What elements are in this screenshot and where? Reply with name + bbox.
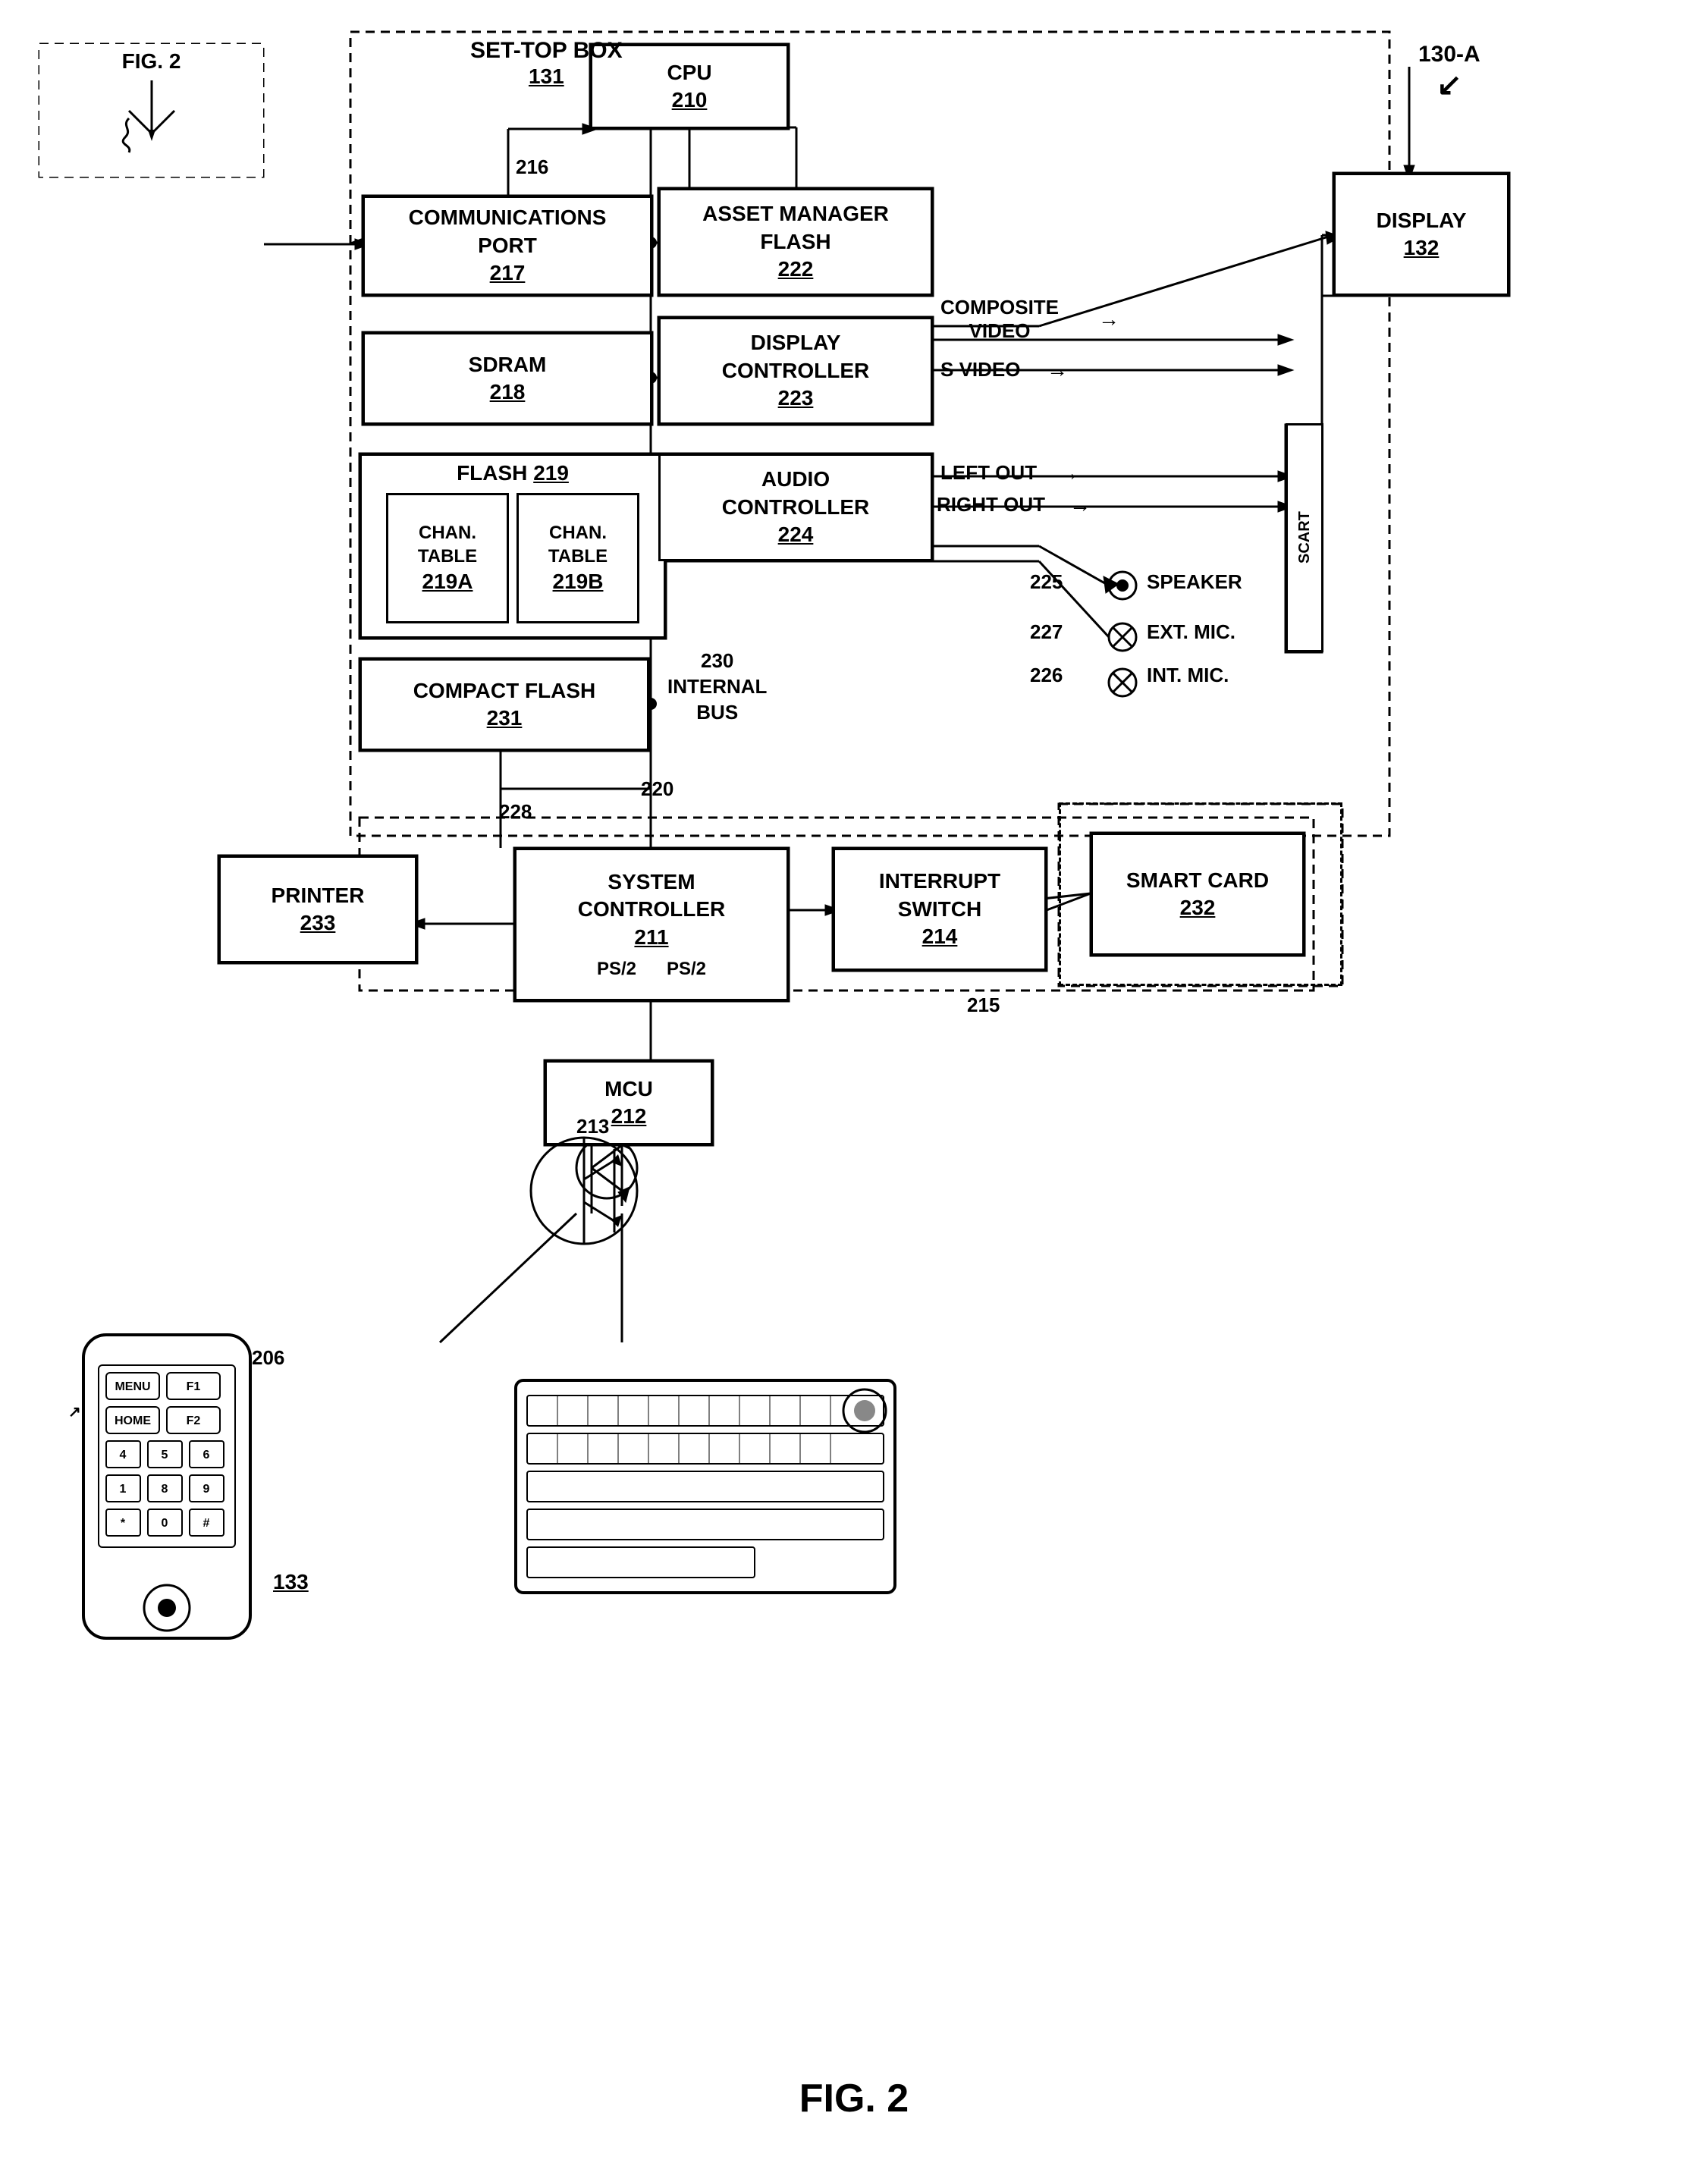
- chan-table-b-ref: 219B: [553, 568, 604, 595]
- ref-220: 220: [641, 777, 673, 801]
- cpu-label: CPU: [667, 59, 711, 86]
- system-controller-box: SYSTEMCONTROLLER 211 PS/2 PS/2: [514, 848, 789, 1001]
- svg-text:MENU: MENU: [115, 1380, 150, 1393]
- ref-228: 228: [499, 800, 532, 824]
- display-controller-box: DISPLAYCONTROLLER 223: [658, 317, 933, 425]
- system-controller-ref: 211: [634, 924, 668, 951]
- display-controller-label: DISPLAYCONTROLLER: [722, 329, 869, 385]
- asset-manager-box: ASSET MANAGERFLASH 222: [658, 188, 933, 296]
- set-top-box-label: SET-TOP BOX131: [470, 38, 623, 89]
- printer-label: PRINTER: [272, 882, 365, 909]
- display-label: DISPLAY: [1377, 207, 1467, 234]
- display-box: DISPLAY 132: [1333, 173, 1509, 296]
- asset-manager-label: ASSET MANAGERFLASH: [702, 200, 889, 256]
- audio-controller-ref: 224: [778, 521, 814, 548]
- smart-card-ref: 232: [1180, 894, 1216, 921]
- ref-130a: 130-A ↙: [1418, 42, 1480, 102]
- svg-text:#: #: [203, 1517, 210, 1530]
- mcu-label: MCU: [604, 1075, 653, 1103]
- svg-text:9: 9: [203, 1483, 210, 1496]
- diagram-container: FIG. 2 CPU 210 SET-TOP BOX131 130-A ↙ CO…: [0, 0, 1708, 2182]
- display-ref: 132: [1404, 234, 1440, 262]
- system-controller-label: SYSTEMCONTROLLER: [578, 868, 725, 924]
- audio-controller-box: AUDIOCONTROLLER 224: [658, 454, 933, 561]
- ref-225: 225: [1030, 570, 1063, 594]
- smart-card-box: SMART CARD 232: [1091, 833, 1305, 956]
- svg-text:4: 4: [120, 1449, 127, 1461]
- svg-text:F1: F1: [187, 1380, 201, 1393]
- ext-mic-label: EXT. MIC.: [1147, 620, 1235, 644]
- smart-card-label: SMART CARD: [1126, 867, 1269, 894]
- svg-text:5: 5: [162, 1449, 168, 1461]
- ref-216: 216: [516, 155, 548, 179]
- comm-port-box: COMMUNICATIONSPORT 217: [363, 196, 652, 296]
- remote-control: MENU F1 HOME F2 4 5 6 1 8 9 * 0 # ↗: [46, 1289, 470, 1669]
- internal-bus-label: 230INTERNALBUS: [667, 648, 767, 725]
- ps2-label-1: PS/2: [597, 957, 636, 981]
- svg-text:6: 6: [203, 1449, 210, 1461]
- svg-text:↗: ↗: [68, 1404, 81, 1421]
- int-mic-label: INT. MIC.: [1147, 664, 1229, 687]
- svg-text:HOME: HOME: [115, 1414, 151, 1427]
- internet-box: FIG. 2: [39, 44, 263, 177]
- compact-flash-label: COMPACT FLASH: [413, 677, 596, 705]
- right-out-label: RIGHT OUT: [937, 493, 1045, 516]
- chan-table-b-box: CHAN.TABLE 219B: [516, 493, 639, 623]
- flash-box: FLASH 219 CHAN.TABLE 219A CHAN.TABLE 219…: [359, 454, 666, 639]
- ref-226: 226: [1030, 664, 1063, 687]
- svg-text:0: 0: [162, 1517, 168, 1530]
- fig-label: FIG. 2: [0, 2076, 1708, 2121]
- svg-text:8: 8: [162, 1483, 168, 1496]
- sdram-label: SDRAM: [469, 351, 547, 378]
- ps2-label-2: PS/2: [667, 957, 706, 981]
- interrupt-switch-ref: 214: [922, 923, 958, 950]
- speaker-label: SPEAKER: [1147, 570, 1242, 594]
- chan-table-a-ref: 219A: [422, 568, 473, 595]
- svg-text:1: 1: [120, 1483, 127, 1496]
- compact-flash-box: COMPACT FLASH 231: [359, 658, 649, 751]
- display-controller-ref: 223: [778, 385, 814, 412]
- flash-label: FLASH 219: [457, 460, 569, 487]
- s-video-label: S VIDEO: [940, 358, 1020, 381]
- keyboard: [501, 1350, 956, 1638]
- chan-table-b-label: CHAN.TABLE: [548, 521, 608, 568]
- printer-ref: 233: [300, 909, 336, 937]
- svg-text:F2: F2: [187, 1414, 201, 1427]
- interrupt-switch-label: INTERRUPTSWITCH: [879, 868, 1000, 923]
- sdram-ref: 218: [490, 378, 526, 406]
- ir-symbol: [516, 1122, 652, 1259]
- compact-flash-ref: 231: [487, 705, 523, 732]
- composite-video-label: COMPOSITEVIDEO: [940, 296, 1059, 343]
- svg-text:*: *: [121, 1517, 126, 1530]
- comm-port-label: COMMUNICATIONSPORT: [409, 204, 607, 259]
- printer-box: PRINTER 233: [218, 856, 417, 963]
- sdram-box: SDRAM 218: [363, 332, 652, 425]
- left-out-label: LEFT OUT: [940, 461, 1037, 485]
- scart-label: SCART: [1295, 512, 1314, 564]
- chan-table-a-label: CHAN.TABLE: [418, 521, 477, 568]
- ref-215: 215: [967, 994, 1000, 1017]
- scart-box: SCART: [1286, 423, 1323, 652]
- interrupt-switch-box: INTERRUPTSWITCH 214: [833, 848, 1047, 971]
- cpu-ref: 210: [672, 86, 708, 114]
- audio-controller-label: AUDIOCONTROLLER: [722, 466, 869, 521]
- ref-227: 227: [1030, 620, 1063, 644]
- asset-manager-ref: 222: [778, 256, 814, 283]
- internet-label: FIG. 2: [122, 48, 181, 75]
- chan-table-a-box: CHAN.TABLE 219A: [386, 493, 509, 623]
- comm-port-ref: 217: [490, 259, 526, 287]
- fig-label-text: FIG. 2: [799, 2077, 909, 2121]
